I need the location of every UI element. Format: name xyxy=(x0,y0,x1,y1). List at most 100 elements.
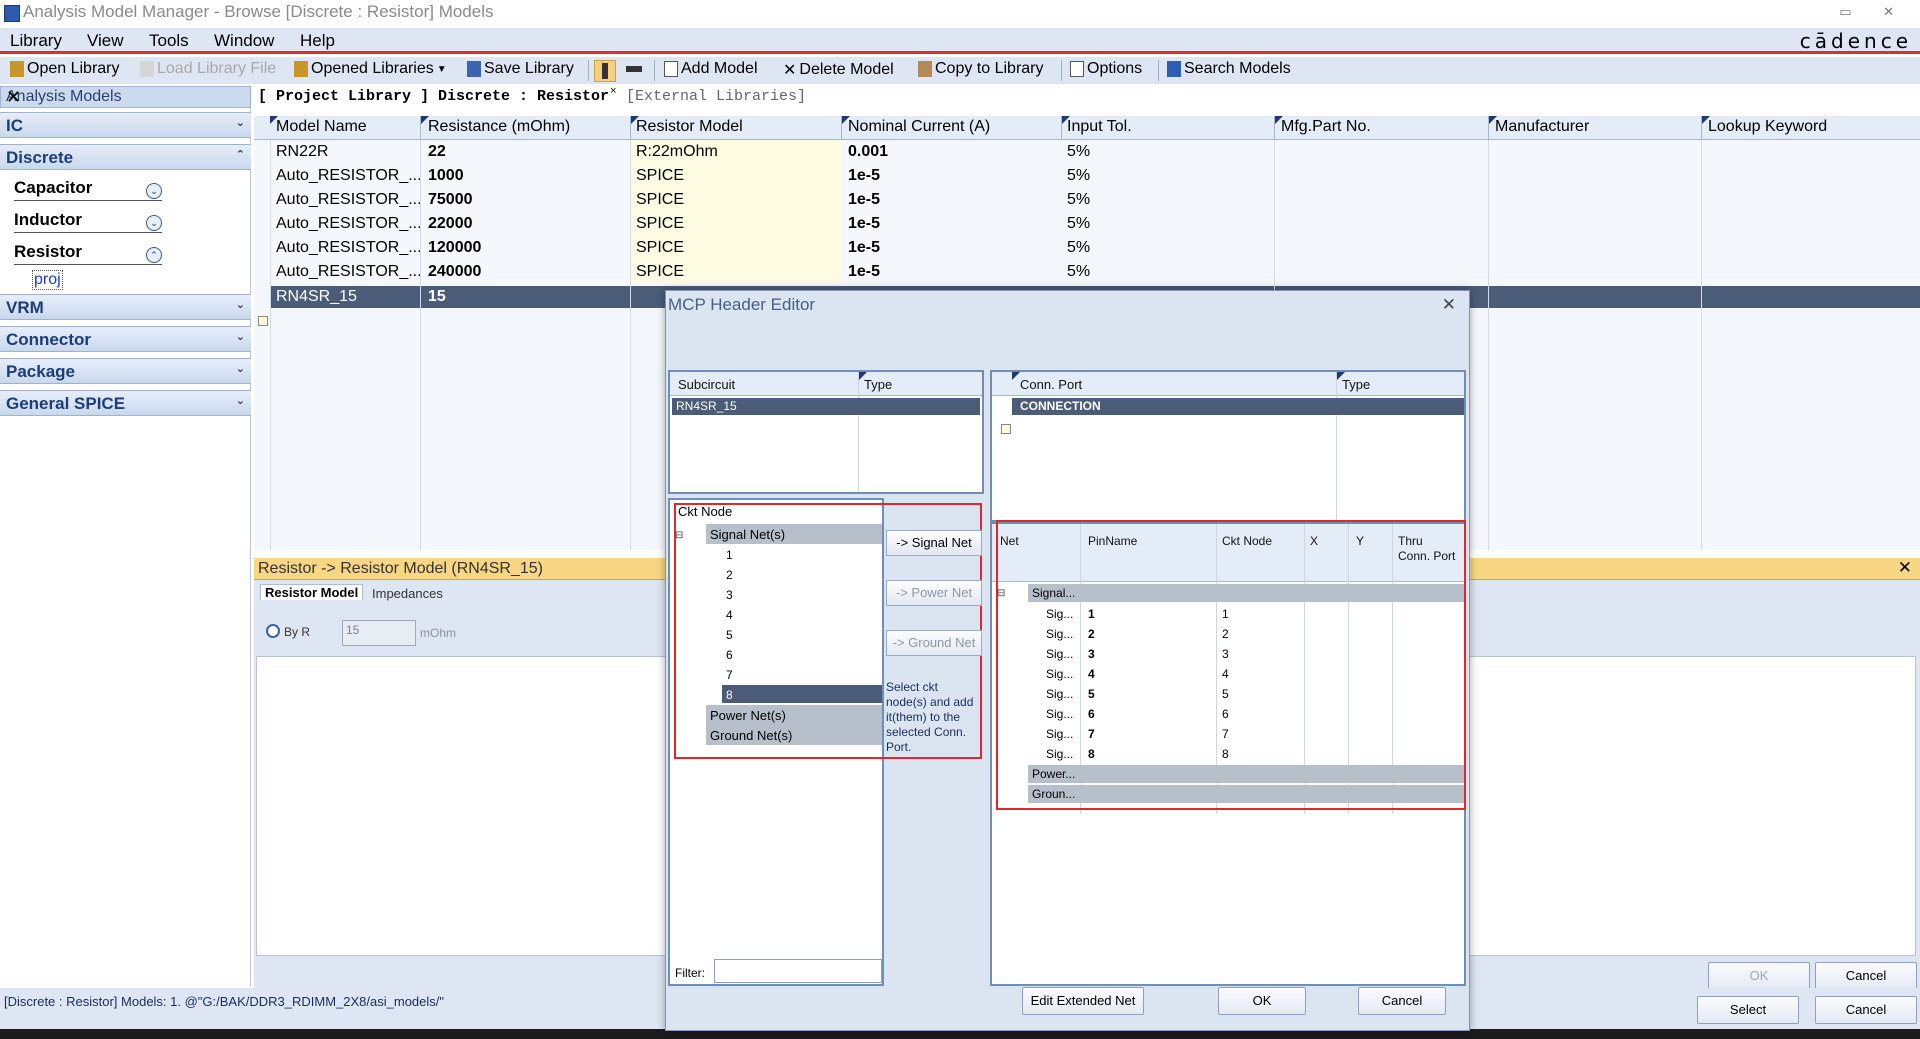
resistance-input[interactable]: 15 xyxy=(342,620,416,646)
cell-nominal-current: 1e-5 xyxy=(848,239,881,256)
cell-model-name: RN22R xyxy=(276,143,329,160)
view-toggle-button[interactable] xyxy=(594,60,616,82)
menu-window[interactable]: Window xyxy=(214,31,274,51)
close-icon[interactable]: ✕ xyxy=(1442,295,1456,315)
close-icon[interactable]: ✕ xyxy=(6,87,244,108)
delete-model-button[interactable]: ✕ Delete Model xyxy=(783,60,894,80)
add-model-button[interactable]: Add Model xyxy=(664,60,758,78)
sidebar-item-resistor[interactable]: Resistor xyxy=(14,242,82,262)
ok-button[interactable]: OK xyxy=(1708,962,1810,990)
load-library-file-button[interactable]: Load Library File xyxy=(140,60,276,78)
column-line xyxy=(630,140,631,550)
tab-project-library[interactable]: [ Project Library ] Discrete : Resistor xyxy=(258,88,609,105)
cancel-button[interactable]: Cancel xyxy=(1815,962,1917,990)
cell-resistance: 120000 xyxy=(428,239,482,256)
tab-resistor-model[interactable]: Resistor Model xyxy=(260,584,364,600)
table-row[interactable]: Auto_RESISTOR_... 120000 SPICE 1e-5 5% xyxy=(270,236,1920,260)
category-vrm[interactable]: VRM ⌄ xyxy=(0,294,251,320)
cell-resistance: 22000 xyxy=(428,215,473,232)
chevron-down-icon: ⌄ xyxy=(235,299,245,311)
expand-icon[interactable]: ⌄ xyxy=(146,215,162,231)
menu-view[interactable]: View xyxy=(87,31,124,51)
copy-to-library-button[interactable]: Copy to Library xyxy=(918,60,1044,78)
filter-input[interactable] xyxy=(714,959,882,983)
save-library-button[interactable]: Save Library xyxy=(467,60,574,78)
col-lookup-keyword[interactable]: Lookup Keyword xyxy=(1708,118,1827,136)
copy-icon xyxy=(918,61,932,77)
close-icon[interactable]: × xyxy=(610,86,617,98)
edit-extended-net-button[interactable]: Edit Extended Net xyxy=(1022,987,1144,1015)
row-view-button[interactable] xyxy=(626,60,642,72)
menu-help[interactable]: Help xyxy=(300,31,335,51)
cell-model-name: Auto_RESISTOR_... xyxy=(276,191,422,208)
conn-port-table: Conn. Port Type CONNECTION xyxy=(990,370,1466,522)
menu-bar: Library View Tools Window Help cādence xyxy=(0,28,1920,54)
category-discrete[interactable]: Discrete ⌃ xyxy=(0,144,251,170)
conn-port-name: CONNECTION xyxy=(1020,399,1101,413)
sidebar-item-inductor[interactable]: Inductor xyxy=(14,210,82,230)
col-type[interactable]: Type xyxy=(1342,377,1370,392)
new-row-icon[interactable] xyxy=(258,316,268,326)
cell-resistance: 240000 xyxy=(428,263,482,280)
menu-tools[interactable]: Tools xyxy=(149,31,189,51)
expand-icon[interactable]: ⌄ xyxy=(146,183,162,199)
col-mfg-part-no[interactable]: Mfg.Part No. xyxy=(1281,118,1371,136)
close-icon[interactable]: ✕ xyxy=(1898,558,1912,578)
cell-model-name: Auto_RESISTOR_... xyxy=(276,215,422,232)
divider xyxy=(14,200,162,201)
table-row[interactable]: Auto_RESISTOR_... 75000 SPICE 1e-5 5% xyxy=(270,188,1920,212)
search-icon xyxy=(1167,61,1181,77)
cancel-button[interactable]: Cancel xyxy=(1815,996,1917,1024)
subcircuit-name: RN4SR_15 xyxy=(676,399,737,413)
cell-input-tol: 5% xyxy=(1067,143,1091,160)
new-row-icon[interactable] xyxy=(1001,424,1011,434)
toolbar-separator xyxy=(1158,60,1159,81)
col-input-tol[interactable]: Input Tol. xyxy=(1067,118,1132,136)
cell-resistor-model: R:22mOhm xyxy=(636,143,718,160)
signal-net-button[interactable]: -> Signal Net xyxy=(886,530,982,556)
tab-impedances[interactable]: Impedances xyxy=(372,586,443,601)
collapse-icon[interactable]: ⌃ xyxy=(146,247,162,263)
unit-label: mOhm xyxy=(420,626,456,640)
power-net-button[interactable]: -> Power Net xyxy=(886,580,982,606)
table-row[interactable]: Auto_RESISTOR_... 1000 SPICE 1e-5 5% xyxy=(270,164,1920,188)
sidebar-item-capacitor[interactable]: Capacitor xyxy=(14,178,92,198)
radio-by-r[interactable] xyxy=(266,624,280,638)
sidebar-item-proj[interactable]: proj xyxy=(32,270,63,290)
toolbar-separator xyxy=(588,60,589,81)
ground-net-button[interactable]: -> Ground Net xyxy=(886,630,982,656)
dialog-ok-button[interactable]: OK xyxy=(1218,987,1306,1015)
search-models-button[interactable]: Search Models xyxy=(1167,60,1291,78)
col-manufacturer[interactable]: Manufacturer xyxy=(1495,118,1589,136)
cell-resistance: 75000 xyxy=(428,191,473,208)
col-resistance[interactable]: Resistance (mOhm) xyxy=(428,118,570,136)
options-icon xyxy=(1070,61,1084,77)
category-package[interactable]: Package ⌄ xyxy=(0,358,251,384)
column-line xyxy=(858,372,859,492)
column-marker-icon xyxy=(1012,372,1020,380)
col-resistor-model[interactable]: Resistor Model xyxy=(636,118,743,136)
table-row[interactable]: Auto_RESISTOR_... 240000 SPICE 1e-5 5% xyxy=(270,260,1920,284)
category-connector[interactable]: Connector ⌄ xyxy=(0,326,251,352)
options-button[interactable]: Options xyxy=(1070,60,1142,78)
menu-library[interactable]: Library xyxy=(10,31,62,51)
dialog-cancel-button[interactable]: Cancel xyxy=(1358,987,1446,1015)
opened-libraries-button[interactable]: Opened Libraries ▼ xyxy=(294,60,447,78)
col-nominal-current[interactable]: Nominal Current (A) xyxy=(848,118,990,136)
chevron-up-icon: ⌃ xyxy=(235,149,245,161)
category-ic[interactable]: IC ⌄ xyxy=(0,112,251,138)
table-row[interactable]: Auto_RESISTOR_... 22000 SPICE 1e-5 5% xyxy=(270,212,1920,236)
open-library-button[interactable]: Open Library xyxy=(10,60,120,78)
window-controls[interactable]: ▭ ✕ xyxy=(1839,4,1908,20)
col-subcircuit[interactable]: Subcircuit xyxy=(678,377,735,392)
table-row[interactable]: RN22R 22 R:22mOhm 0.001 5% xyxy=(270,140,1920,164)
col-model-name[interactable]: Model Name xyxy=(276,118,367,136)
tab-external-libraries[interactable]: [External Libraries] xyxy=(626,88,806,105)
col-conn-port[interactable]: Conn. Port xyxy=(1020,377,1082,392)
col-type[interactable]: Type xyxy=(864,377,892,392)
category-general-spice[interactable]: General SPICE ⌄ xyxy=(0,390,251,416)
chevron-down-icon: ⌄ xyxy=(235,117,245,129)
cell-nominal-current: 1e-5 xyxy=(848,167,881,184)
cell-input-tol: 5% xyxy=(1067,239,1091,256)
select-button[interactable]: Select xyxy=(1697,996,1799,1024)
